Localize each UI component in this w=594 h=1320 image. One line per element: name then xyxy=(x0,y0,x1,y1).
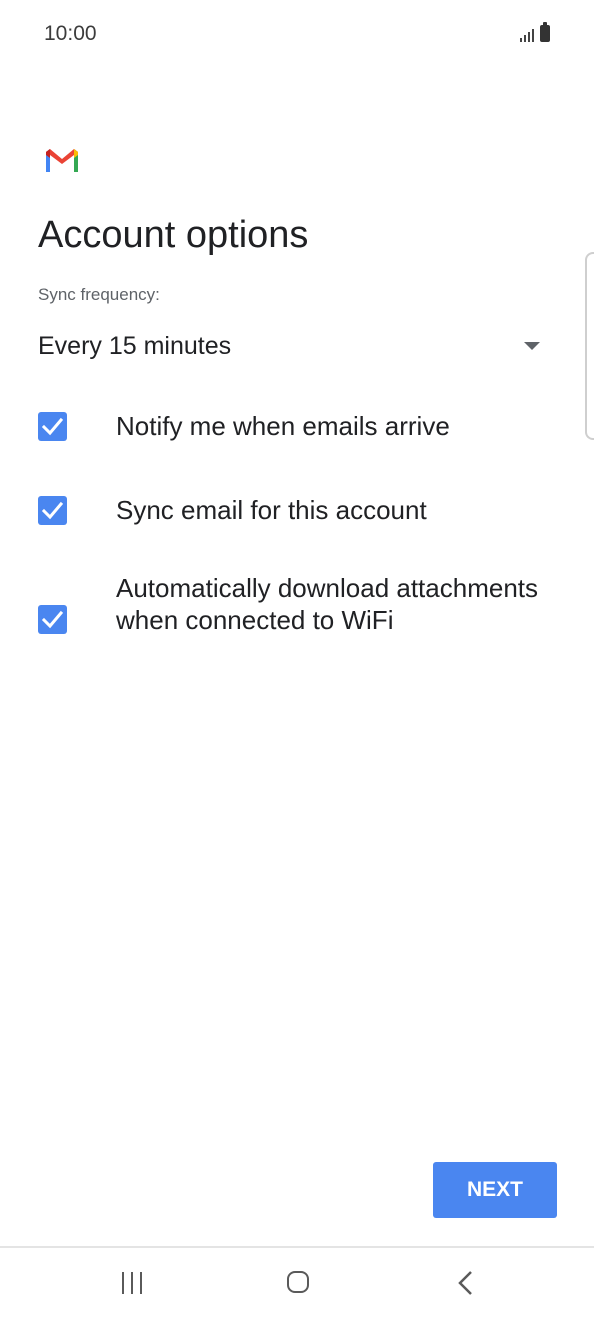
sync-frequency-label: Sync frequency: xyxy=(38,285,160,304)
sync-email-checkbox[interactable] xyxy=(38,496,67,525)
scroll-indicator[interactable] xyxy=(585,252,594,440)
auto-download-option[interactable]: Automatically download attachments when … xyxy=(38,572,558,670)
sync-frequency-dropdown[interactable]: Every 15 minutes xyxy=(38,326,558,370)
recents-button[interactable] xyxy=(103,1264,163,1304)
navigation-bar xyxy=(0,1248,594,1320)
auto-download-checkbox[interactable] xyxy=(38,605,67,634)
back-button[interactable] xyxy=(436,1264,496,1304)
status-icons xyxy=(520,22,550,42)
status-time: 10:00 xyxy=(44,22,97,45)
page-title: Account options xyxy=(38,214,309,256)
sync-frequency-value: Every 15 minutes xyxy=(38,332,232,360)
dropdown-arrow-icon xyxy=(524,342,540,350)
auto-download-option-label: Automatically download attachments when … xyxy=(116,573,539,635)
status-bar: 10:00 xyxy=(0,0,594,66)
checkmark-icon xyxy=(42,610,63,629)
sync-email-option[interactable]: Sync email for this account xyxy=(38,494,558,534)
battery-icon xyxy=(540,22,550,42)
notify-option[interactable]: Notify me when emails arrive xyxy=(38,410,558,450)
back-icon xyxy=(458,1271,472,1295)
notify-option-label: Notify me when emails arrive xyxy=(116,411,450,441)
next-button[interactable]: NEXT xyxy=(433,1162,557,1218)
recents-icon xyxy=(122,1272,124,1294)
sync-email-option-label: Sync email for this account xyxy=(116,495,427,525)
notify-checkbox[interactable] xyxy=(38,412,67,441)
checkmark-icon xyxy=(42,501,63,520)
signal-icon xyxy=(520,26,534,42)
home-button[interactable] xyxy=(269,1264,329,1304)
home-icon xyxy=(287,1271,309,1293)
checkmark-icon xyxy=(42,417,63,436)
gmail-logo-icon xyxy=(46,149,78,172)
